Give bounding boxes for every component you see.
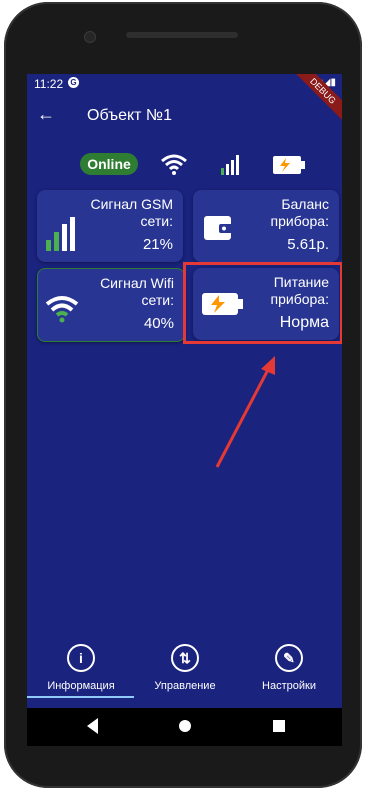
info-icon: i bbox=[67, 644, 95, 672]
system-nav-bar bbox=[27, 708, 342, 746]
nav-active-indicator bbox=[27, 696, 134, 698]
nav-label-control: Управление bbox=[154, 680, 216, 692]
speaker-grille bbox=[126, 32, 238, 38]
bottom-navigation: i Информация ⇅ Управление ✎ Настройки bbox=[27, 638, 342, 698]
app-screen: 11:22 G ▾◢▮ DEBUG ← Объект №1 Online Сиг… bbox=[27, 74, 342, 708]
system-home-icon[interactable] bbox=[179, 720, 191, 732]
nav-item-control[interactable]: ⇅ Управление bbox=[135, 638, 235, 692]
nav-label-settings: Настройки bbox=[262, 680, 316, 692]
nav-item-settings[interactable]: ✎ Настройки bbox=[239, 638, 339, 692]
system-back-icon[interactable] bbox=[87, 718, 98, 734]
nav-item-info[interactable]: i Информация bbox=[31, 638, 131, 692]
camera-icon bbox=[84, 31, 96, 43]
swap-icon: ⇅ bbox=[171, 644, 199, 672]
system-recents-icon[interactable] bbox=[273, 720, 285, 732]
wrench-icon: ✎ bbox=[275, 644, 303, 672]
nav-label-info: Информация bbox=[47, 680, 115, 692]
annotation-arrow bbox=[215, 356, 275, 468]
